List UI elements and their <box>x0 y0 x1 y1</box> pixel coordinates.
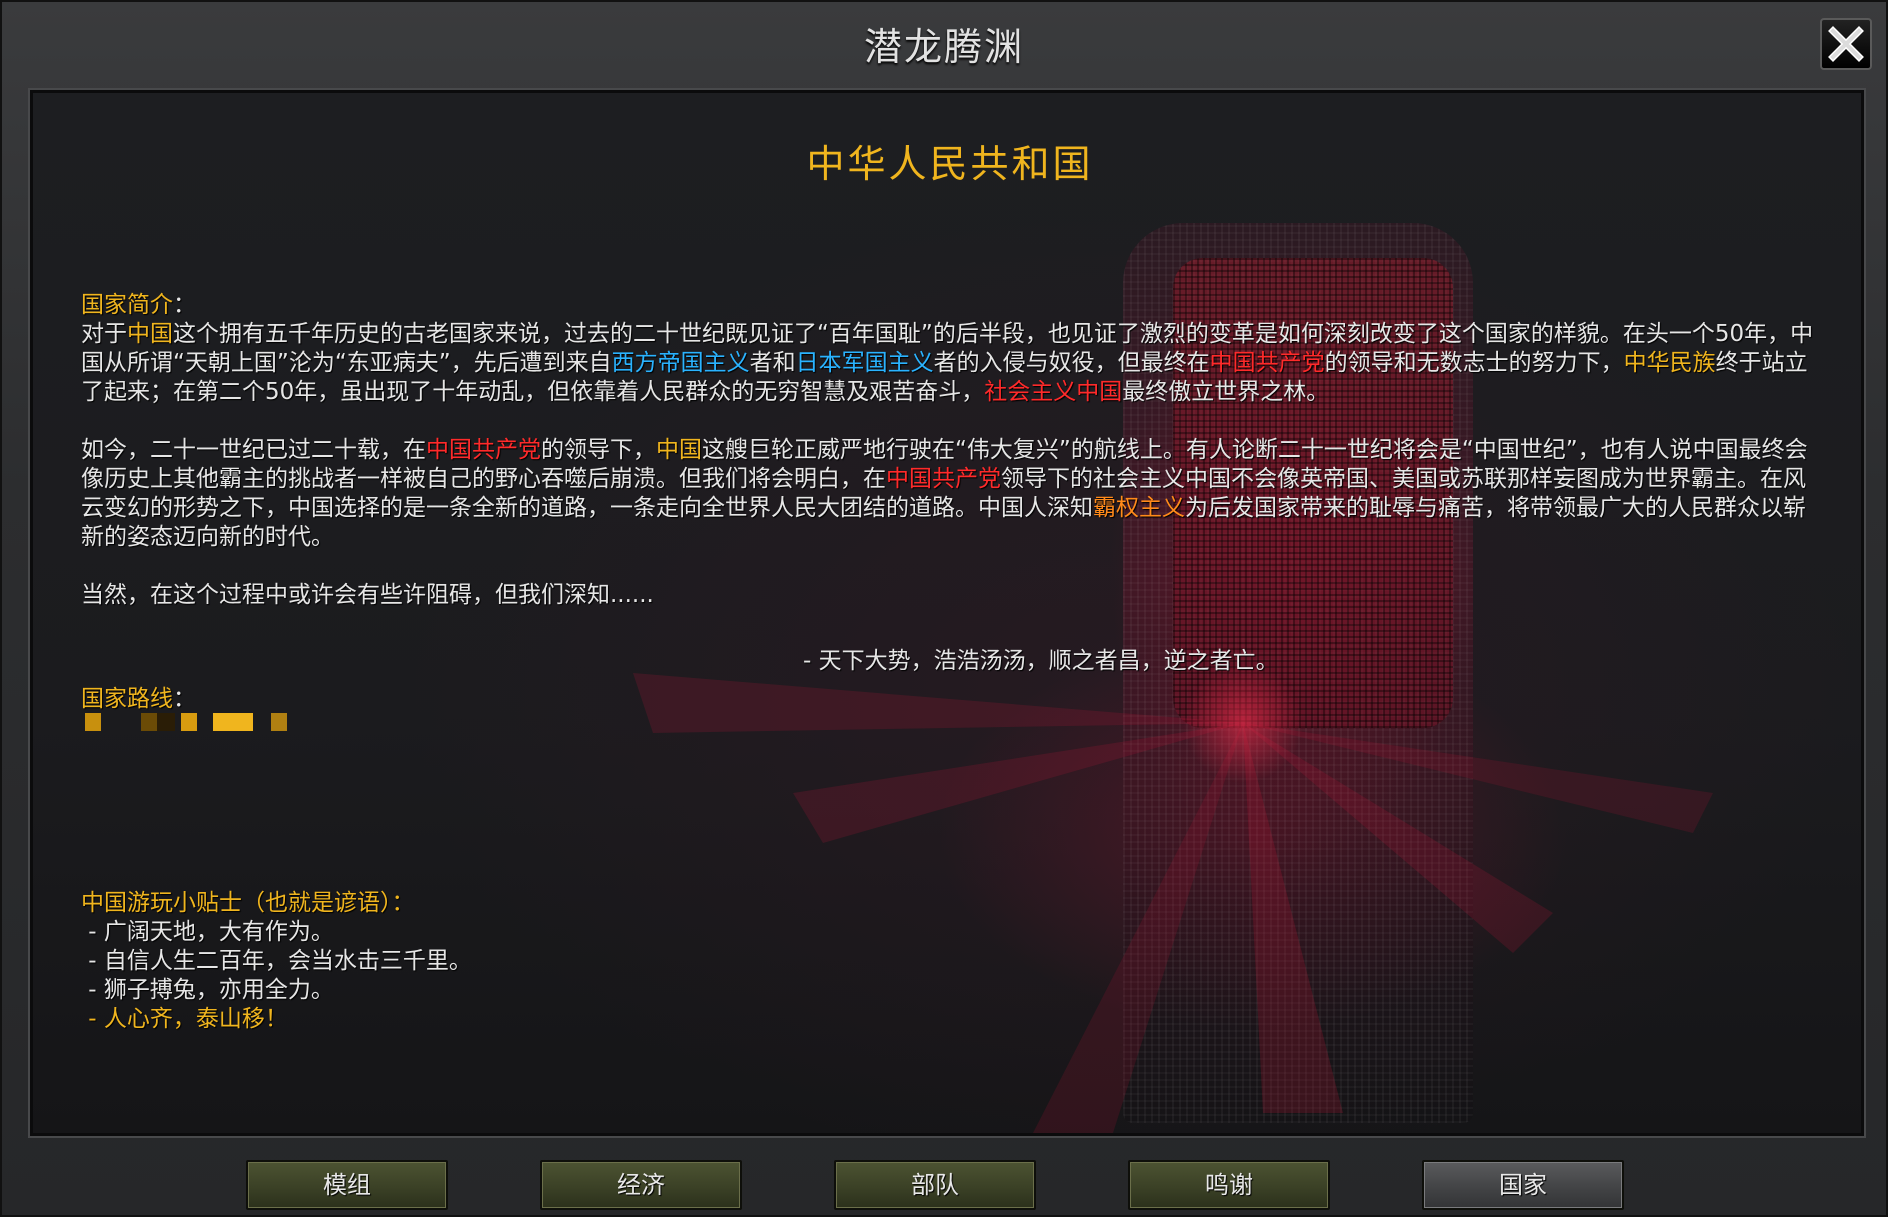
highlight-term: 社会主义中国 <box>984 379 1123 405</box>
national-focus-window: 潜龙腾渊 中华人民共和国 国家简介： 对于中国这个拥有五千年历史的古老国家来说，… <box>0 0 1888 1217</box>
highlight-term: 中国共产党 <box>1209 350 1325 376</box>
route-swatch <box>181 713 197 731</box>
route-swatch <box>157 713 175 731</box>
route-swatch <box>213 713 253 731</box>
intro-quote: - 天下大势，浩浩汤汤，顺之者昌，逆之者亡。 <box>803 648 1279 674</box>
route-swatch <box>85 713 101 731</box>
highlight-term: 中国 <box>656 437 702 463</box>
bottom-button-bar: 模组 经济 部队 鸣谢 国家 <box>2 1160 1888 1212</box>
intro-section: 国家简介： 对于中国这个拥有五千年历史的古老国家来说，过去的二十世纪既见证了“百… <box>81 291 1821 610</box>
highlight-term: 霸权主义 <box>1093 495 1185 521</box>
highlight-term: 西方帝国主义 <box>611 350 750 376</box>
mods-button[interactable]: 模组 <box>246 1160 448 1210</box>
paragraph-text: 如今，二十一世纪已过二十载，在 <box>81 437 426 463</box>
tip-item: - 自信人生二百年，会当水击三千里。 <box>81 948 472 974</box>
intro-paragraph-2: 如今，二十一世纪已过二十载，在中国共产党的领导下，中国这艘巨轮正威严地行驶在“伟… <box>81 436 1821 552</box>
tips-title: 中国游玩小贴士（也就是谚语）： <box>81 890 415 916</box>
highlight-term: 中华民族 <box>1623 350 1716 376</box>
paragraph-text: 者的入侵与奴役，但最终在 <box>933 350 1210 376</box>
route-title: 国家路线： <box>81 686 196 712</box>
army-button[interactable]: 部队 <box>834 1160 1036 1210</box>
tip-item: - 人心齐，泰山移！ <box>81 1006 288 1032</box>
window-title: 潜龙腾渊 <box>863 25 1024 69</box>
highlight-term: 中国共产党 <box>426 437 541 463</box>
route-swatch <box>271 713 287 731</box>
route-indicator <box>85 713 305 731</box>
content-panel: 中华人民共和国 国家简介： 对于中国这个拥有五千年历史的古老国家来说，过去的二十… <box>30 90 1864 1136</box>
highlight-term: 中国共产党 <box>886 466 1001 492</box>
tips-list: - 广阔天地，大有作为。 - 自信人生二百年，会当水击三千里。 - 狮子搏兔，亦… <box>81 918 472 1034</box>
close-icon <box>1828 26 1864 62</box>
paragraph-text: 者和 <box>749 350 796 376</box>
country-description: 中华人民共和国 国家简介： 对于中国这个拥有五千年历史的古老国家来说，过去的二十… <box>33 93 1861 1133</box>
country-name: 中华人民共和国 <box>806 142 1094 186</box>
paragraph-text: 的领导和无数志士的努力下， <box>1324 350 1624 376</box>
route-swatch <box>141 713 157 731</box>
tips-section: 中国游玩小贴士（也就是谚语）： - 广阔天地，大有作为。 - 自信人生二百年，会… <box>81 889 472 1034</box>
economy-button[interactable]: 经济 <box>540 1160 742 1210</box>
intro-paragraph-1: 对于中国这个拥有五千年历史的古老国家来说，过去的二十世纪既见证了“百年国耻”的后… <box>81 320 1821 407</box>
paragraph-text: 的领导下， <box>541 437 656 463</box>
tip-item: - 狮子搏兔，亦用全力。 <box>81 977 334 1003</box>
intro-paragraph-3: 当然，在这个过程中或许会有些许阻碍，但我们深知...... <box>81 582 654 608</box>
close-button[interactable] <box>1820 18 1872 70</box>
highlight-term: 中国 <box>127 321 173 347</box>
tip-item: - 广阔天地，大有作为。 <box>81 919 334 945</box>
paragraph-text: 最终傲立世界之林。 <box>1122 379 1330 405</box>
credits-button[interactable]: 鸣谢 <box>1128 1160 1330 1210</box>
country-button[interactable]: 国家 <box>1422 1160 1624 1210</box>
intro-title: 国家简介： <box>81 292 196 318</box>
paragraph-text: 对于 <box>81 321 127 347</box>
highlight-term: 日本军国主义 <box>795 350 934 376</box>
